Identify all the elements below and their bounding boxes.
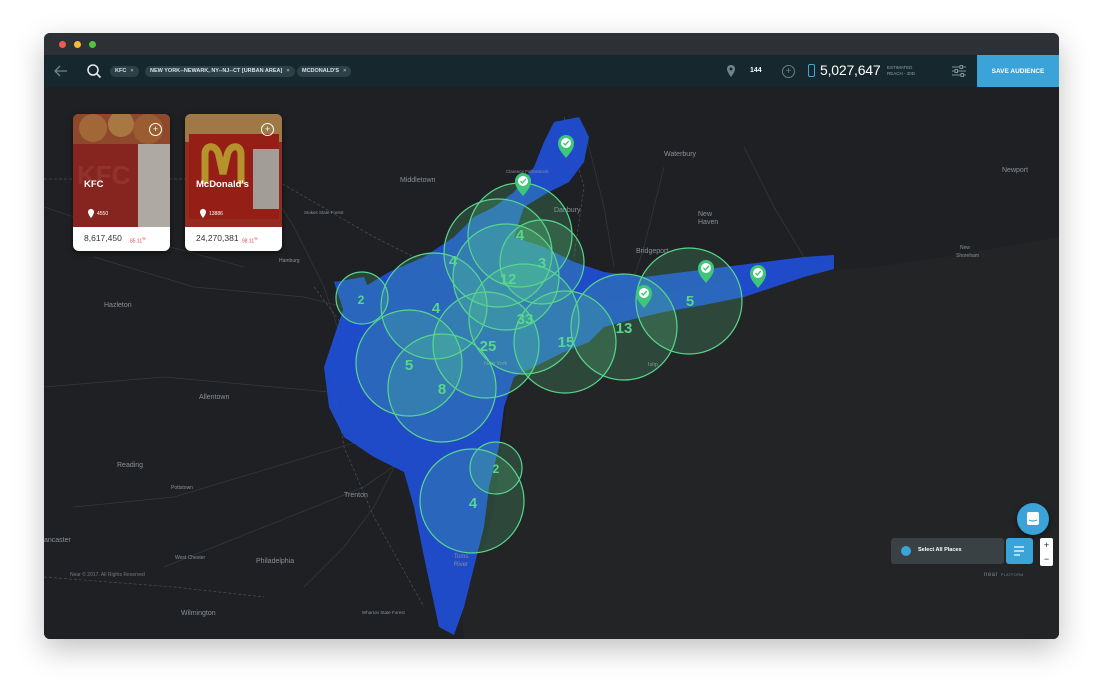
cluster-count: 5 [405, 357, 413, 374]
chat-button[interactable] [1017, 503, 1049, 535]
estimated-reach-label: ESTIMATED REACH - 30D [887, 65, 916, 76]
chip-remove-icon[interactable]: × [343, 68, 346, 74]
add-place-icon[interactable]: + [149, 123, 162, 136]
cluster-count: 4 [449, 253, 458, 270]
svg-text:Haven: Haven [698, 219, 718, 226]
place-card-count: 13886 [209, 211, 223, 217]
chat-icon [1027, 512, 1039, 525]
minimize-window-icon[interactable] [74, 41, 81, 48]
svg-text:New: New [698, 211, 713, 218]
filter-chip-urban-area[interactable]: NEW YORK--NEWARK, NY--NJ--CT [URBAN AREA… [145, 66, 295, 77]
search-icon[interactable] [86, 62, 102, 80]
svg-text:Middletown: Middletown [400, 177, 436, 184]
svg-text:Hamburg: Hamburg [279, 258, 300, 264]
svg-text:West Chester: West Chester [175, 555, 206, 561]
place-card-reach: 8,617,450 [84, 233, 122, 243]
cluster-count: 8 [438, 381, 446, 398]
cluster-count: 3 [538, 255, 546, 272]
svg-text:Wharton State Forest: Wharton State Forest [362, 610, 406, 615]
place-card-title: McDonald's [196, 179, 249, 190]
brand-logo: near PLATFORM [984, 572, 1024, 578]
place-card-title: KFC [84, 179, 104, 190]
svg-text:New: New [960, 245, 970, 251]
svg-text:Clarence Fahnestock: Clarence Fahnestock [506, 169, 549, 174]
svg-text:Trenton: Trenton [344, 492, 368, 499]
filter-chip-mcdonalds[interactable]: MCDONALD'S × [297, 66, 352, 77]
select-all-places[interactable]: Select All Places [891, 538, 1004, 564]
cluster-count: 2 [358, 293, 365, 307]
copyright-text: Near © 2017. All Rights Reserved [70, 572, 145, 578]
estimated-reach-value: 5,027,647 [820, 62, 881, 78]
location-pin-icon [727, 65, 735, 77]
cluster-count: 25 [480, 338, 497, 355]
cluster-count: 4 [516, 227, 525, 244]
list-view-button[interactable] [1006, 538, 1033, 564]
chip-remove-icon[interactable]: × [286, 68, 289, 74]
place-card-count: 4550 [97, 211, 109, 217]
svg-text:Shoreham: Shoreham [956, 253, 979, 259]
svg-text:Reading: Reading [117, 462, 143, 469]
filter-chip-kfc[interactable]: KFC × [110, 66, 139, 77]
audience-toolbar: KFC × NEW YORK--NEWARK, NY--NJ--CT [URBAN… [44, 55, 1059, 87]
svg-text:ancaster: ancaster [44, 537, 72, 544]
cluster-count: 15 [558, 334, 575, 351]
svg-text:Wilmington: Wilmington [181, 610, 216, 617]
app-window: KFC × NEW YORK--NEWARK, NY--NJ--CT [URBAN… [44, 33, 1059, 639]
location-pin-icon [88, 209, 94, 218]
phone-icon [808, 64, 815, 77]
svg-text:Newport: Newport [1002, 167, 1028, 174]
add-place-icon[interactable]: + [261, 123, 274, 136]
select-all-radio[interactable] [901, 546, 911, 556]
zoom-control: + − [1040, 538, 1053, 566]
back-arrow-icon[interactable] [53, 61, 69, 81]
cluster-count: 12 [500, 271, 517, 288]
place-card-kfc[interactable]: KFC KFC 4550 + 8,617,450 85.11% [73, 114, 170, 251]
svg-text:River: River [454, 562, 468, 568]
svg-text:Philadelphia: Philadelphia [256, 558, 294, 565]
svg-text:Waterbury: Waterbury [664, 151, 697, 158]
save-audience-button[interactable]: SAVE AUDIENCE [977, 55, 1059, 87]
chip-remove-icon[interactable]: × [130, 68, 133, 74]
svg-text:Hazleton: Hazleton [104, 302, 132, 309]
zoom-out-button[interactable]: − [1040, 552, 1053, 566]
cluster-count: 4 [432, 300, 441, 317]
maximize-window-icon[interactable] [89, 41, 96, 48]
window-chrome [44, 33, 1059, 55]
svg-text:Toms: Toms [454, 554, 468, 560]
place-card-percentage: 98.11% [242, 236, 258, 245]
cluster-count: 5 [686, 293, 694, 310]
close-window-icon[interactable] [59, 41, 66, 48]
cluster-count: 2 [493, 462, 500, 476]
cluster-count: 33 [517, 311, 534, 328]
cluster-count: 4 [469, 495, 478, 512]
place-card-percentage: 85.11% [130, 236, 146, 245]
sliders-icon[interactable] [952, 65, 966, 77]
svg-text:Pottstown: Pottstown [171, 485, 193, 491]
svg-text:Allentown: Allentown [199, 394, 229, 401]
location-pin-icon [200, 209, 206, 218]
place-card-reach: 24,270,381 [196, 233, 239, 243]
add-place-icon[interactable]: + [782, 65, 795, 78]
cluster-count: 13 [616, 320, 633, 337]
select-all-label: Select All Places [918, 547, 962, 553]
places-count: 144 [750, 67, 762, 74]
svg-text:Stokes State Forest: Stokes State Forest [304, 210, 344, 215]
list-icon [1014, 546, 1024, 556]
place-card-mcdonalds[interactable]: McDonald's 13886 + 24,270,381 98.11% [185, 114, 282, 251]
zoom-in-button[interactable]: + [1040, 538, 1053, 552]
